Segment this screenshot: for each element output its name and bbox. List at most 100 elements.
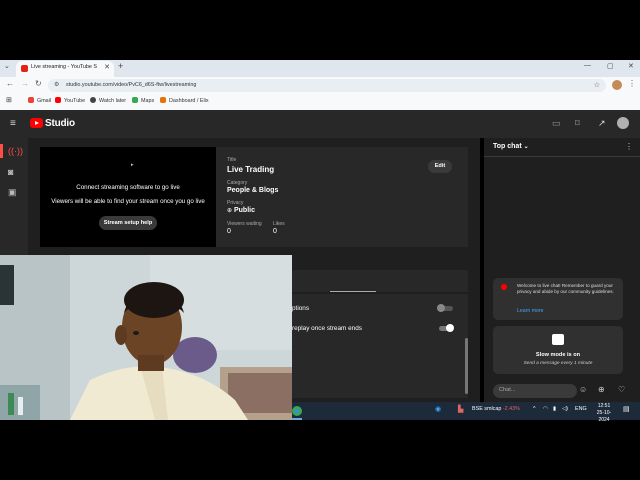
setting-row1-toggle-knob[interactable]: [437, 304, 445, 312]
account-avatar[interactable]: [617, 117, 629, 129]
volume-icon[interactable]: ◁): [562, 406, 568, 412]
chat-mode-dropdown[interactable]: Top chat ⌄: [493, 143, 529, 150]
stream-preview: [40, 147, 216, 247]
clock-time: 12:51: [597, 403, 611, 409]
globe-icon: ⊕: [227, 208, 233, 214]
likes-label: Likes: [273, 221, 285, 227]
notification-icon[interactable]: ▤: [623, 405, 630, 413]
viewers-waiting-value: 0: [227, 228, 231, 235]
manage-icon[interactable]: ▣: [8, 187, 17, 198]
stream-setup-help-button[interactable]: Stream setup help: [99, 216, 157, 230]
preview-viewers-text: Viewers will be able to find your stream…: [51, 198, 205, 205]
slow-mode-title: Slow mode is on: [535, 352, 581, 358]
browser-menu-icon[interactable]: ⋮: [628, 79, 636, 88]
youtube-logo-icon[interactable]: [30, 118, 43, 128]
stock-name: BSE smlcap: [472, 406, 502, 412]
setting-row2-label: replay once stream ends: [292, 325, 362, 332]
maximize-button[interactable]: ▢: [607, 62, 614, 70]
dashboard-icon: [160, 97, 166, 103]
add-icon[interactable]: ⊕: [598, 385, 605, 394]
browser-tab-live-streaming[interactable]: Live streaming - YouTube Studio ✕: [16, 61, 114, 77]
privacy-value: Public: [233, 207, 255, 214]
setting-row2-toggle-knob[interactable]: [446, 324, 454, 332]
privacy-row: ⊕ Public: [227, 207, 255, 214]
likes-value: 0: [273, 228, 277, 235]
back-arrow-icon[interactable]: ←: [6, 79, 14, 88]
loading-spinner-icon: ▸: [131, 162, 134, 168]
chevron-down-icon: ⌄: [523, 144, 529, 150]
bookmark-label: YouTube: [64, 98, 86, 104]
youtube-small-icon: [501, 284, 507, 290]
site-info-icon[interactable]: ⚙: [54, 81, 59, 88]
chat-more-icon[interactable]: ⋮: [625, 142, 633, 151]
edit-button[interactable]: Edit: [428, 160, 452, 173]
bookmark-label: Dashboard / Elix: [169, 98, 209, 104]
active-app-indicator: [292, 418, 302, 420]
live-stream-icon[interactable]: ((·)): [8, 146, 23, 156]
captions-icon[interactable]: ▭: [552, 118, 561, 129]
wifi-icon[interactable]: ◠: [543, 406, 548, 412]
taskbar-clock[interactable]: 12:51 25-10-2024: [592, 403, 616, 424]
slow-mode-icon: [552, 334, 564, 345]
bookmark-label: Watch later: [99, 98, 127, 104]
stream-title: Live Trading: [227, 165, 275, 174]
youtube-icon: [55, 97, 61, 103]
heart-icon[interactable]: ♡: [618, 385, 625, 394]
chat-mode-label: Top chat: [493, 143, 522, 150]
title-label: Title: [227, 157, 237, 163]
gmail-icon: [28, 97, 34, 103]
reload-icon[interactable]: ↻: [35, 79, 42, 88]
bookmark-watch-later[interactable]: Watch later: [90, 97, 126, 104]
bookmark-gmail[interactable]: Gmail: [28, 97, 51, 104]
bookmark-maps[interactable]: Maps: [132, 97, 154, 104]
stock-chart-icon[interactable]: ▙: [458, 405, 463, 413]
tab-title: Live streaming - YouTube Studio: [31, 64, 97, 70]
new-tab-button[interactable]: +: [118, 61, 123, 71]
chat-input[interactable]: Chat...: [493, 384, 577, 398]
language-indicator[interactable]: ENG: [575, 406, 587, 412]
category-value: People & Blogs: [227, 187, 279, 194]
apps-grid-icon[interactable]: ⊞: [6, 96, 12, 104]
active-tab-underline: [330, 291, 376, 292]
tab-search-icon[interactable]: ⌄: [4, 62, 10, 70]
windows-taskbar: [290, 402, 640, 420]
bookmark-dashboard[interactable]: Dashboard / Elix: [160, 97, 209, 104]
webcam-overlay-image: [0, 255, 292, 420]
learn-more-link[interactable]: Learn more: [517, 308, 544, 314]
bookmark-star-icon[interactable]: ☆: [594, 81, 600, 89]
studio-header: [0, 110, 640, 138]
share-icon[interactable]: ↗: [598, 118, 606, 129]
maps-icon: [132, 97, 138, 103]
bookmark-outline-icon[interactable]: ⌑: [575, 118, 580, 129]
tray-chevron-icon[interactable]: ^: [533, 406, 536, 412]
active-nav-indicator: [0, 144, 3, 158]
bookmark-label: Gmail: [37, 98, 52, 104]
chrome-taskbar-icon[interactable]: [292, 406, 302, 416]
address-bar[interactable]: ⚙ studio.youtube.com/video/PvC6_d6S-ftw/…: [48, 79, 606, 92]
chat-welcome-text: Welcome to live chat! Remember to guard …: [517, 283, 614, 294]
forward-arrow-icon[interactable]: →: [21, 79, 29, 88]
stock-widget[interactable]: BSE smlcap -2.43%: [472, 406, 520, 412]
close-window-button[interactable]: ✕: [628, 62, 634, 70]
emoji-icon[interactable]: ☺: [579, 385, 587, 394]
slow-mode-subtitle: Send a message every 1 minute: [523, 361, 593, 366]
chat-divider: [484, 156, 640, 157]
battery-icon[interactable]: ▮: [553, 406, 556, 412]
hamburger-menu-icon[interactable]: ≡: [10, 118, 16, 129]
chat-input-placeholder: Chat...: [499, 387, 516, 393]
copilot-icon[interactable]: ◉: [435, 405, 441, 413]
tab-close-icon[interactable]: ✕: [104, 63, 110, 71]
setting-row1-label: ptions: [292, 305, 310, 312]
bookmark-youtube[interactable]: YouTube: [55, 97, 85, 104]
category-label: Category: [227, 180, 248, 186]
main-scrollbar[interactable]: [465, 338, 468, 394]
studio-logo-text[interactable]: Studio: [45, 118, 75, 129]
profile-avatar[interactable]: [612, 80, 622, 90]
url-text[interactable]: studio.youtube.com/video/PvC6_d6S-ftw/li…: [66, 82, 196, 88]
camera-icon[interactable]: ◙: [8, 167, 13, 177]
clock-icon: [90, 97, 96, 103]
preview-connect-text: Connect streaming software to go live: [76, 184, 180, 191]
privacy-label: Privacy: [227, 200, 244, 206]
minimize-button[interactable]: —: [584, 62, 591, 69]
stock-change: -2.43%: [502, 406, 520, 412]
